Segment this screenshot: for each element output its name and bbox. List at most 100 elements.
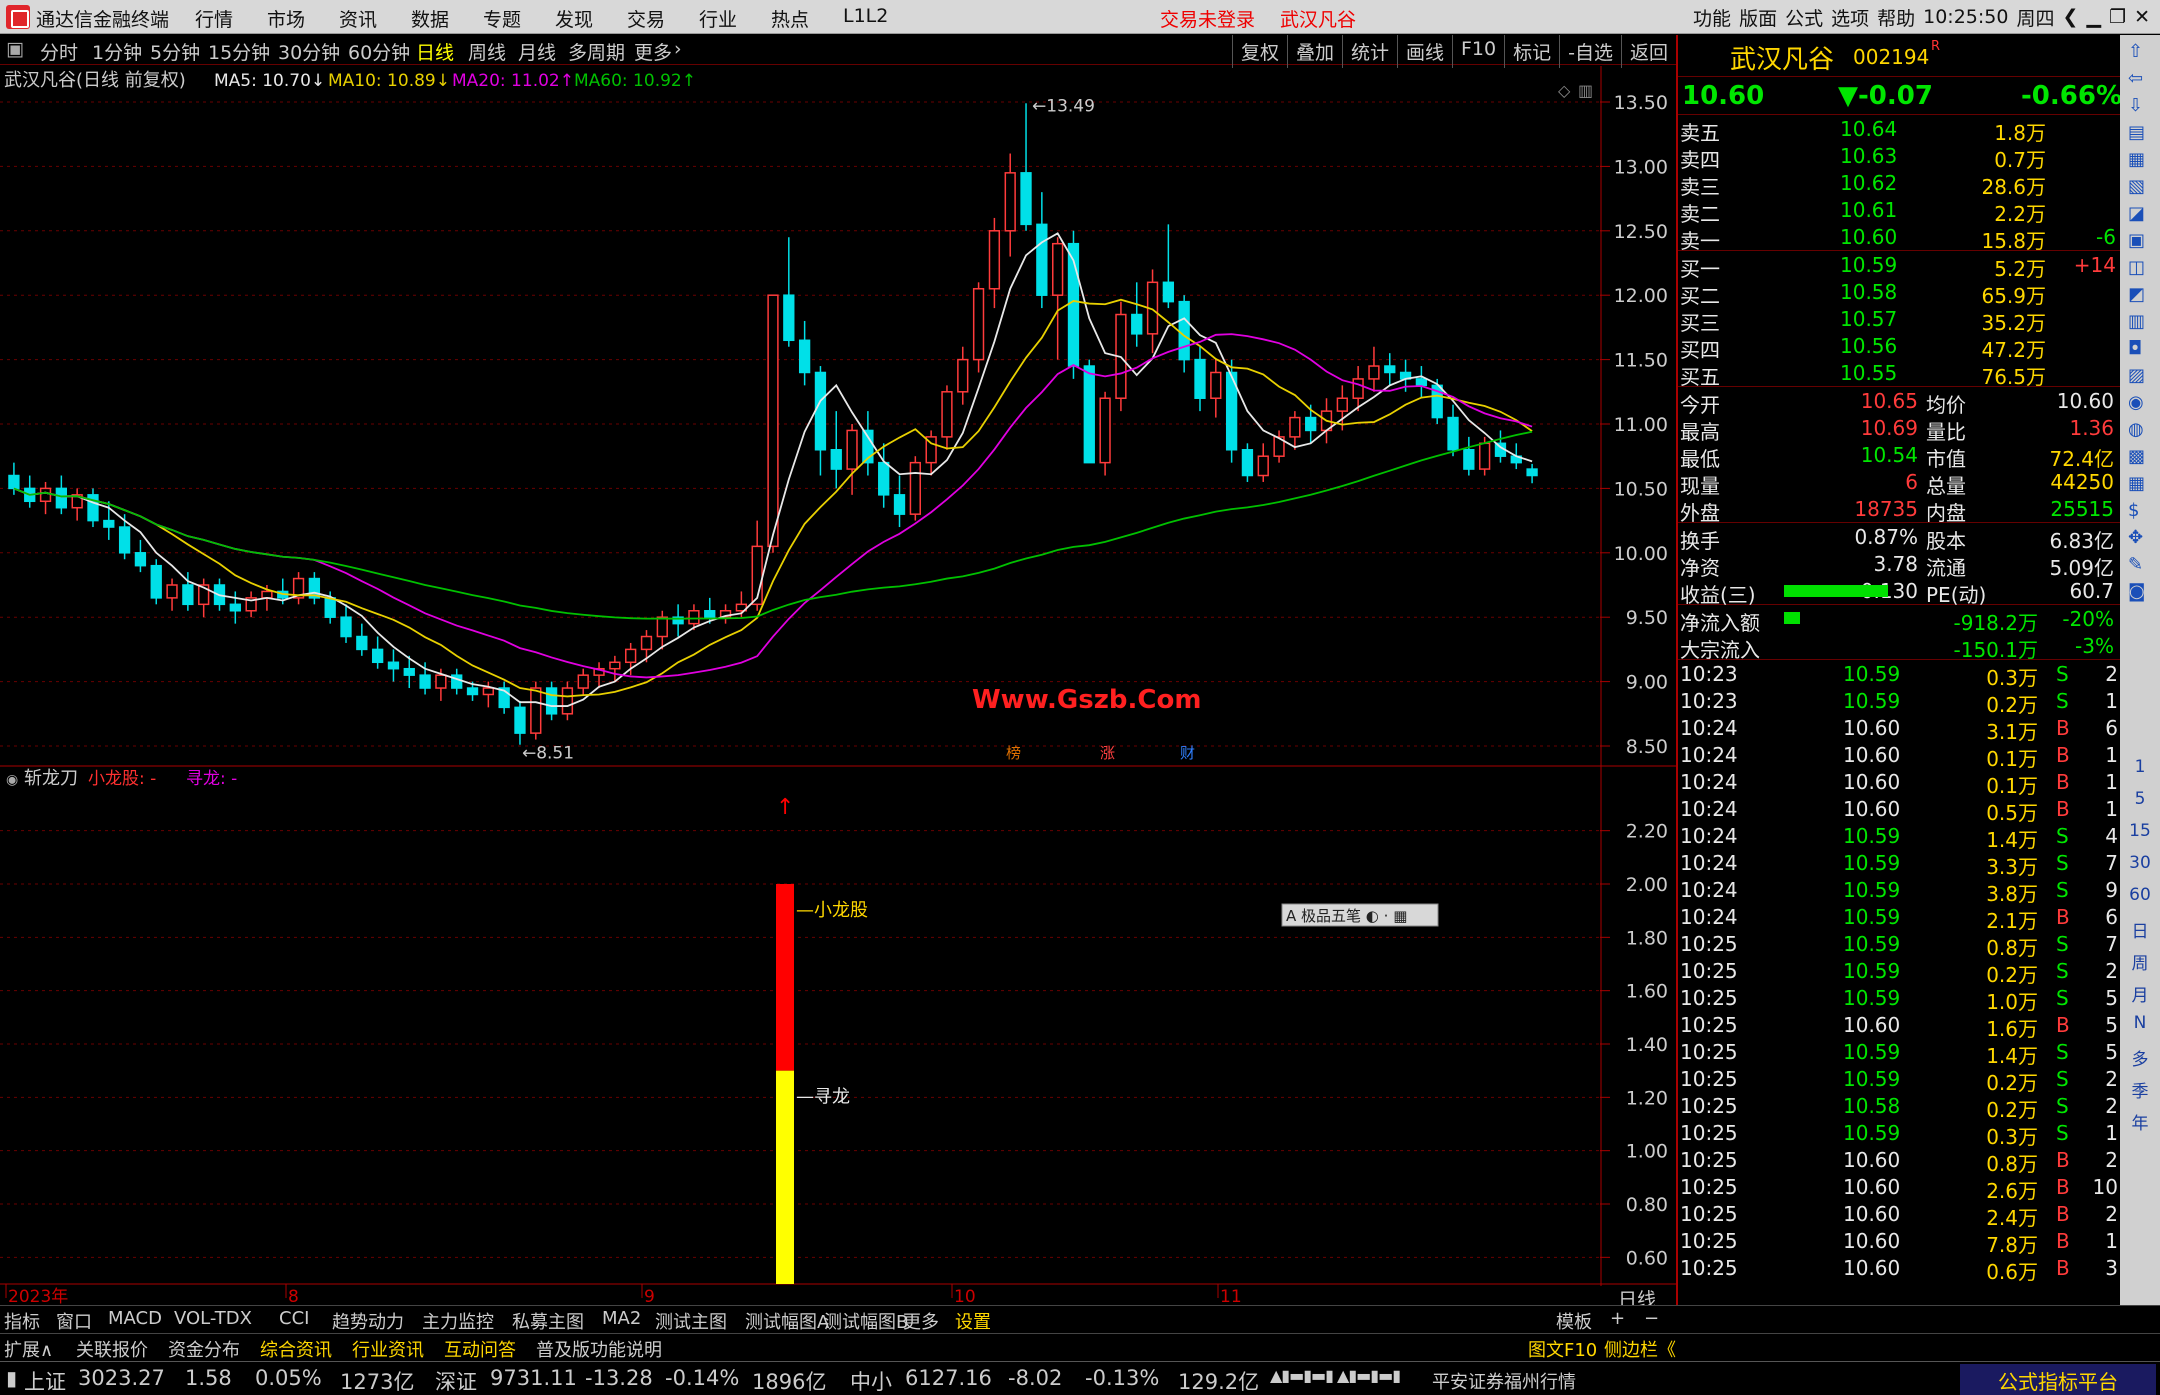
menu-item[interactable]: 数据: [411, 5, 483, 32]
template-button[interactable]: 模板: [1556, 1308, 1592, 1334]
zoom-in-icon[interactable]: +: [1610, 1308, 1625, 1329]
extension-tab[interactable]: 资金分布: [168, 1336, 240, 1362]
indicator-tab[interactable]: MACD: [108, 1308, 162, 1329]
period-tab[interactable]: 1分钟: [92, 38, 142, 65]
side-tool-icon[interactable]: ▧: [2128, 176, 2145, 197]
side-period-button[interactable]: 5: [2120, 789, 2160, 809]
period-tab[interactable]: 月线: [518, 38, 556, 65]
menu-item[interactable]: 选项: [1831, 4, 1869, 31]
menu-item[interactable]: 版面: [1739, 4, 1777, 31]
menu-item[interactable]: 行业: [699, 5, 771, 32]
toolbar-button[interactable]: 返回: [1620, 35, 1676, 68]
side-tool-icon[interactable]: ✎: [2128, 554, 2143, 575]
period-tab[interactable]: 30分钟: [278, 38, 340, 65]
sidebar-toggle[interactable]: 侧边栏《: [1604, 1336, 1676, 1362]
menu-item[interactable]: 交易: [627, 5, 699, 32]
side-period-button[interactable]: 多: [2120, 1045, 2160, 1070]
menu-item[interactable]: 功能: [1693, 4, 1731, 31]
extension-tab[interactable]: 普及版功能说明: [536, 1336, 662, 1362]
period-tab[interactable]: 周线: [468, 38, 506, 65]
side-tool-icon[interactable]: ▨: [2128, 365, 2145, 386]
f10-button[interactable]: 图文F10: [1528, 1336, 1597, 1362]
toolbar-button[interactable]: 复权: [1231, 35, 1287, 68]
side-period-button[interactable]: 15: [2120, 821, 2160, 841]
side-tool-icon[interactable]: ▦: [2128, 473, 2145, 494]
layout-icon[interactable]: ▣: [6, 38, 24, 60]
toolbar-button[interactable]: F10: [1452, 35, 1504, 68]
menu-item[interactable]: 行情: [195, 5, 267, 32]
extension-tab[interactable]: 扩展∧: [4, 1336, 53, 1362]
indicator-tab[interactable]: 窗口: [56, 1308, 92, 1334]
side-tool-icon[interactable]: ◍: [2128, 419, 2144, 440]
zoom-out-icon[interactable]: −: [1644, 1308, 1659, 1329]
side-tool-icon[interactable]: ◪: [2128, 203, 2145, 224]
extension-tab[interactable]: 行业资讯: [352, 1336, 424, 1362]
side-period-button[interactable]: 1: [2120, 757, 2160, 777]
extension-tab[interactable]: 互动问答: [444, 1336, 516, 1362]
indicator-tab[interactable]: CCI: [279, 1308, 309, 1329]
indicator-tab[interactable]: VOL-TDX: [174, 1308, 252, 1329]
side-period-button[interactable]: 60: [2120, 885, 2160, 905]
toolbar-button[interactable]: -自选: [1559, 35, 1621, 68]
index-name[interactable]: 深证: [435, 1366, 477, 1395]
extension-tab[interactable]: 综合资讯: [260, 1336, 332, 1362]
period-tab[interactable]: 分时: [40, 38, 78, 65]
extension-tab[interactable]: 关联报价: [76, 1336, 148, 1362]
period-tab-active[interactable]: 日线: [416, 38, 454, 65]
side-tool-icon[interactable]: ▥: [2128, 311, 2145, 332]
side-period-button[interactable]: 年: [2120, 1109, 2160, 1134]
side-period-button[interactable]: N: [2120, 1013, 2160, 1033]
side-tool-icon[interactable]: ◩: [2128, 284, 2145, 305]
period-tab[interactable]: 15分钟: [208, 38, 270, 65]
indicator-tab[interactable]: MA2: [602, 1308, 641, 1329]
period-tab[interactable]: 60分钟: [348, 38, 410, 65]
side-tool-icon[interactable]: ◉: [2128, 392, 2144, 413]
login-status[interactable]: 交易未登录: [1160, 5, 1255, 32]
maximize-icon[interactable]: ❐: [2109, 6, 2126, 28]
indicator-tab[interactable]: 测试主图: [655, 1308, 727, 1334]
side-tool-icon[interactable]: ▦: [2128, 149, 2145, 170]
side-tool-icon[interactable]: ⇦: [2128, 68, 2143, 89]
period-tab[interactable]: 多周期: [568, 38, 625, 65]
index-name[interactable]: 中小: [850, 1366, 892, 1395]
menu-item[interactable]: 发现: [555, 5, 627, 32]
side-tool-icon[interactable]: ◫: [2128, 257, 2145, 278]
indicator-tab[interactable]: 更多: [903, 1308, 939, 1334]
menu-item[interactable]: 帮助: [1877, 4, 1915, 31]
indicator-tab[interactable]: 趋势动力: [332, 1308, 404, 1334]
indicator-tab[interactable]: 设置: [955, 1308, 991, 1334]
side-tool-icon[interactable]: ▩: [2128, 446, 2145, 467]
side-tool-icon[interactable]: ⇩: [2128, 95, 2143, 116]
side-tool-icon[interactable]: ◙: [2128, 581, 2145, 602]
menu-item[interactable]: 专题: [483, 5, 555, 32]
index-name[interactable]: 上证: [24, 1366, 66, 1395]
indicator-tab[interactable]: 测试幅图A: [745, 1308, 829, 1334]
indicator-tab[interactable]: 测试幅图B: [824, 1308, 908, 1334]
indicator-tab[interactable]: 主力监控: [422, 1308, 494, 1334]
kline-chart[interactable]: 13.50 13.00 12.50 12.00 11.50 11.00 10.50 10.00…: [0, 66, 1676, 1305]
side-tool-icon[interactable]: $: [2128, 500, 2139, 521]
toolbar-button[interactable]: 统计: [1341, 35, 1397, 68]
menu-item[interactable]: 资讯: [339, 5, 411, 32]
tick-list[interactable]: 10:23 10.59 0.3万 S 2 10:23 10.59 0.2万 S 1 10:24 10.…: [1678, 660, 2120, 1284]
side-period-button[interactable]: 月: [2120, 981, 2160, 1006]
side-tool-icon[interactable]: ▣: [2128, 230, 2145, 251]
side-tool-icon[interactable]: ▤: [2128, 122, 2145, 143]
side-period-button[interactable]: 周: [2120, 949, 2160, 974]
menu-item[interactable]: 热点: [771, 5, 843, 32]
toolbar-button[interactable]: 标记: [1504, 35, 1559, 68]
side-tool-icon[interactable]: ✥: [2128, 527, 2143, 548]
menu-item[interactable]: 市场: [267, 5, 339, 32]
side-period-button[interactable]: 日: [2120, 917, 2160, 942]
toolbar-button[interactable]: 画线: [1396, 35, 1452, 68]
menu-item[interactable]: L1L2: [843, 5, 915, 32]
indicator-tab[interactable]: 私募主图: [512, 1308, 584, 1334]
minimize-icon[interactable]: ▁: [2086, 6, 2101, 28]
close-icon[interactable]: ✕: [2134, 6, 2150, 28]
menu-item[interactable]: 公式: [1785, 4, 1823, 31]
period-tab[interactable]: 5分钟: [150, 38, 200, 65]
indicator-tab[interactable]: 指标: [4, 1308, 40, 1334]
toolbar-button[interactable]: 叠加: [1286, 35, 1342, 68]
side-tool-icon[interactable]: ⇧: [2128, 41, 2143, 62]
side-tool-icon[interactable]: ◘: [2128, 338, 2142, 359]
